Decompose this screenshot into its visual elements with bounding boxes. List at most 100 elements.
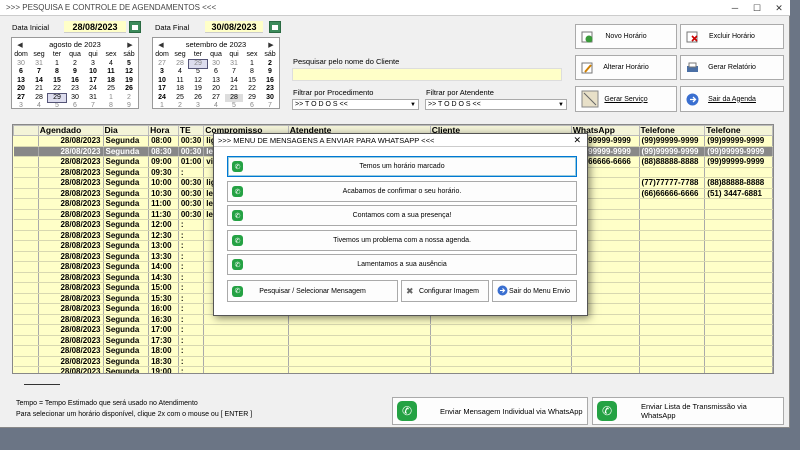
exit-menu-button[interactable]: Sair do Menu Envio xyxy=(492,280,577,302)
calendar-day[interactable]: 30 xyxy=(12,60,30,69)
calendar-icon[interactable] xyxy=(129,21,141,33)
calendar-day[interactable]: 25 xyxy=(171,94,189,103)
grid-header-cell[interactable]: Hora xyxy=(148,125,179,136)
calendar-day[interactable]: 2 xyxy=(261,60,279,69)
chevron-right-icon[interactable]: ▶ xyxy=(125,41,135,49)
calendar-august[interactable]: ◀ agosto de 2023 ▶ dom seg ter qua qui sex sáb 30 3… xyxy=(11,37,139,109)
calendar-day[interactable]: 14 xyxy=(30,77,48,86)
calendar-day[interactable]: 7 xyxy=(84,102,102,111)
calendar-day[interactable]: 28 xyxy=(171,60,189,69)
calendar-day[interactable]: 2 xyxy=(66,60,84,69)
calendar-day[interactable]: 17 xyxy=(153,85,171,94)
calendar-day[interactable]: 14 xyxy=(225,77,243,86)
message-button-1[interactable]: ✆ Temos um horário marcado xyxy=(227,156,577,177)
calendar-day[interactable]: 20 xyxy=(12,85,30,94)
calendar-day[interactable]: 5 xyxy=(48,102,66,111)
message-button-2[interactable]: ✆ Acabamos de confirmar o seu horário. xyxy=(227,181,577,202)
calendar-day[interactable]: 30 xyxy=(207,60,225,69)
calendar-day[interactable]: 4 xyxy=(30,102,48,111)
table-row[interactable]: 28/08/2023 Segunda 19:00: xyxy=(13,366,773,373)
calendar-day[interactable]: 11 xyxy=(102,68,120,77)
calendar-day[interactable]: 6 xyxy=(66,102,84,111)
calendar-day[interactable]: 9 xyxy=(261,68,279,77)
calendar-day[interactable]: 7 xyxy=(261,102,279,111)
calendar-day[interactable]: 6 xyxy=(243,102,261,111)
calendar-day[interactable]: 18 xyxy=(102,77,120,86)
calendar-day[interactable]: 5 xyxy=(225,102,243,111)
search-message-button[interactable]: ✆ Pesquisar / Selecionar Mensagem xyxy=(227,280,398,302)
calendar-day[interactable]: 10 xyxy=(84,68,102,77)
configure-image-button[interactable]: ✖ Configurar Imagem xyxy=(401,280,489,302)
calendar-day[interactable]: 26 xyxy=(189,94,207,103)
calendar-day[interactable]: 9 xyxy=(120,102,138,111)
calendar-day[interactable]: 8 xyxy=(102,102,120,111)
message-button-4[interactable]: ✆ Tivemos um problema com a nossa agenda. xyxy=(227,230,577,251)
message-button-3[interactable]: ✆ Contamos com a sua presença! xyxy=(227,205,577,226)
calendar-day[interactable]: 9 xyxy=(66,68,84,77)
calendar-day[interactable]: 4 xyxy=(207,102,225,111)
calendar-day[interactable]: 19 xyxy=(189,85,207,94)
calendar-day[interactable]: 30 xyxy=(66,94,84,103)
calendar-day[interactable]: 2 xyxy=(120,94,138,103)
calendar-day[interactable]: 15 xyxy=(48,77,66,86)
calendar-day[interactable]: 16 xyxy=(261,77,279,86)
calendar-day[interactable]: 1 xyxy=(153,102,171,111)
calendar-day[interactable]: 15 xyxy=(243,77,261,86)
delete-slot-button[interactable]: Excluir Horário xyxy=(680,24,784,49)
grid-header-cell[interactable]: Telefone xyxy=(704,125,773,136)
calendar-day[interactable]: 21 xyxy=(30,85,48,94)
calendar-day[interactable]: 1 xyxy=(102,94,120,103)
service-button[interactable]: Gerar Serviço xyxy=(575,86,677,112)
calendar-day[interactable]: 22 xyxy=(243,85,261,94)
calendar-day[interactable]: 17 xyxy=(84,77,102,86)
chevron-left-icon[interactable]: ◀ xyxy=(156,41,166,49)
table-row[interactable]: 28/08/2023 Segunda 18:00: xyxy=(13,345,773,357)
calendar-day[interactable]: 2 xyxy=(171,102,189,111)
close-icon[interactable]: ✕ xyxy=(573,134,581,147)
calendar-day[interactable]: 1 xyxy=(243,60,261,69)
end-date-input[interactable]: 30/08/2023 xyxy=(205,21,263,33)
calendar-day[interactable]: 3 xyxy=(84,60,102,69)
calendar-day[interactable]: 13 xyxy=(207,77,225,86)
calendar-day[interactable]: 7 xyxy=(30,68,48,77)
table-row[interactable]: 28/08/2023 Segunda 17:00: xyxy=(13,324,773,336)
calendar-day[interactable]: 27 xyxy=(207,94,225,103)
calendar-day[interactable]: 21 xyxy=(225,85,243,94)
calendar-day[interactable]: 6 xyxy=(207,68,225,77)
message-button-5[interactable]: ✆ Lamentamos a sua ausência xyxy=(227,254,577,275)
calendar-day[interactable]: 1 xyxy=(48,60,66,69)
calendar-day[interactable]: 30 xyxy=(261,94,279,103)
calendar-day[interactable]: 13 xyxy=(12,77,30,86)
calendar-day[interactable]: 29 xyxy=(47,92,67,103)
calendar-september[interactable]: ◀ setembro de 2023 ▶ dom seg ter qua qui sex sáb 2… xyxy=(152,37,280,109)
calendar-day[interactable]: 20 xyxy=(207,85,225,94)
calendar-day[interactable]: 24 xyxy=(153,94,171,103)
calendar-day[interactable]: 26 xyxy=(120,85,138,94)
chevron-left-icon[interactable]: ◀ xyxy=(15,41,25,49)
calendar-day[interactable]: 31 xyxy=(30,60,48,69)
calendar-day[interactable]: 28 xyxy=(30,94,48,103)
table-row[interactable]: 28/08/2023 Segunda 17:30: xyxy=(13,335,773,346)
report-button[interactable]: Gerar Relatório xyxy=(680,55,784,80)
calendar-day[interactable]: 8 xyxy=(243,68,261,77)
calendar-day[interactable]: 28 xyxy=(225,93,243,102)
table-row[interactable]: 28/08/2023 Segunda 18:30: xyxy=(13,356,773,367)
start-date-input[interactable]: 28/08/2023 xyxy=(64,21,126,33)
calendar-day[interactable]: 6 xyxy=(12,68,30,77)
client-search-input[interactable] xyxy=(292,68,562,81)
calendar-day[interactable]: 29 xyxy=(188,58,208,69)
calendar-day[interactable]: 24 xyxy=(84,85,102,94)
calendar-icon[interactable] xyxy=(269,21,281,33)
calendar-day[interactable]: 10 xyxy=(153,77,171,86)
calendar-day[interactable]: 11 xyxy=(171,77,189,86)
whatsapp-individual-button[interactable]: ✆ Enviar Mensagem Individual via WhatsApp xyxy=(392,397,588,425)
calendar-day[interactable]: 16 xyxy=(66,77,84,86)
calendar-day[interactable]: 7 xyxy=(225,68,243,77)
calendar-day[interactable]: 18 xyxy=(171,85,189,94)
calendar-day[interactable]: 8 xyxy=(48,68,66,77)
calendar-day[interactable]: 23 xyxy=(261,85,279,94)
grid-header-cell[interactable]: TE xyxy=(177,125,205,136)
new-slot-button[interactable]: Novo Horário xyxy=(575,24,677,49)
calendar-day[interactable]: 5 xyxy=(189,68,207,77)
calendar-day[interactable]: 3 xyxy=(189,102,207,111)
